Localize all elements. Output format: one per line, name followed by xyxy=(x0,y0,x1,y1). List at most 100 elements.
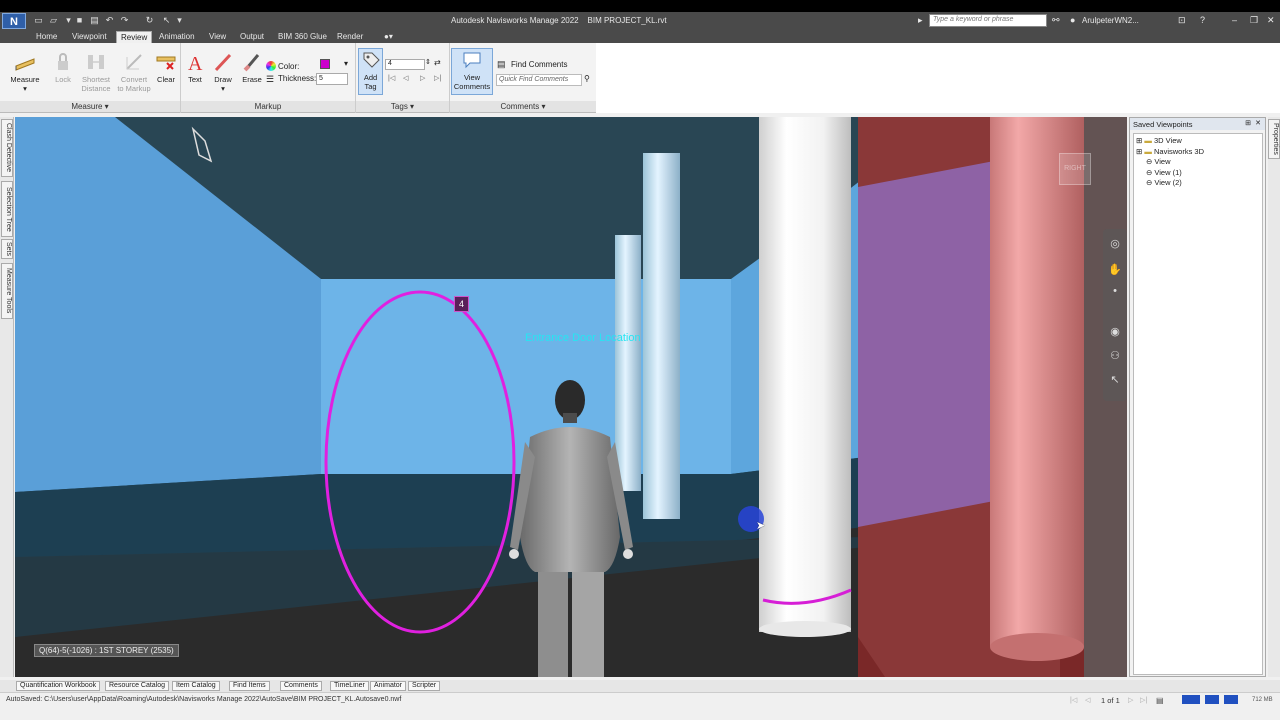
tab-scripter[interactable]: Scripter xyxy=(408,681,441,691)
tree-label: View xyxy=(1154,157,1171,167)
next-tag-icon[interactable]: ▷ xyxy=(420,74,425,82)
sheet-browser-icon[interactable]: ▤ xyxy=(1156,696,1164,705)
undo-icon[interactable]: ↶ xyxy=(104,15,115,26)
sets-tab[interactable]: Sets xyxy=(1,239,13,259)
viewcube[interactable]: RIGHT xyxy=(1059,153,1091,185)
viewpoint-folder-navisworks-3d[interactable]: ⊞ ▬ Navisworks 3D xyxy=(1136,147,1260,158)
draw-button[interactable]: Draw ▾ xyxy=(211,51,235,93)
expand-icon[interactable]: ⊞ xyxy=(1136,147,1142,156)
orbit-icon[interactable]: ◉ xyxy=(1108,325,1122,339)
page-indicator: 1 of 1 xyxy=(1101,696,1120,705)
tags-panel-title[interactable]: Tags ▾ xyxy=(356,101,449,112)
lock-button[interactable]: Lock xyxy=(50,51,76,84)
cart-icon[interactable]: ⊡ xyxy=(1178,15,1186,26)
shortest-distance-button[interactable]: Shortest Distance xyxy=(78,51,114,93)
close-icon[interactable]: ✕ xyxy=(1267,15,1275,26)
viewpoint-view[interactable]: ⊖ View xyxy=(1136,157,1260,168)
tab-timeliner[interactable]: TimeLiner xyxy=(330,681,369,691)
convert-to-markup-button[interactable]: Convert to Markup xyxy=(114,51,154,93)
zoom-dot-icon[interactable]: • xyxy=(1108,284,1122,298)
tab-find-items[interactable]: Find Items xyxy=(229,681,270,691)
select-arrow-icon[interactable]: ↖ xyxy=(1108,373,1122,387)
tab-quantification-workbook[interactable]: Quantification Workbook xyxy=(16,681,101,691)
tab-home[interactable]: Home xyxy=(32,31,61,43)
letterbox xyxy=(0,0,1280,12)
last-page-icon[interactable]: ▷| xyxy=(1140,696,1147,704)
tab-bim360[interactable]: BIM 360 Glue xyxy=(274,31,331,43)
text-annotation[interactable]: Entrance Door Location xyxy=(525,332,641,344)
tab-view[interactable]: View xyxy=(205,31,230,43)
tag-goto-icon[interactable]: ⇄ xyxy=(434,58,441,67)
open-icon[interactable]: ▱ xyxy=(48,15,59,26)
app-logo-button[interactable]: N xyxy=(2,13,26,29)
add-tag-button[interactable]: Add Tag xyxy=(358,48,383,95)
search-toggle-icon[interactable]: ▸ xyxy=(918,15,923,26)
tag-id-input[interactable]: 4 xyxy=(385,59,425,70)
customize-icon[interactable]: ▾ xyxy=(174,15,185,26)
clear-button[interactable]: Clear xyxy=(154,51,178,84)
tag-marker[interactable]: 4 xyxy=(454,296,469,312)
measure-panel-title[interactable]: Measure ▾ xyxy=(0,101,180,112)
tag-spinner-icon[interactable]: ⇕ xyxy=(425,58,431,66)
minimize-icon[interactable]: – xyxy=(1232,15,1237,25)
dropdown-icon[interactable]: ▾ xyxy=(63,15,74,26)
pin-icon[interactable]: ⊞ xyxy=(1245,119,1251,127)
text-button[interactable]: A Text xyxy=(184,51,206,84)
first-tag-icon[interactable]: |◁ xyxy=(388,74,395,82)
first-page-icon[interactable]: |◁ xyxy=(1070,696,1077,704)
expand-icon[interactable]: ⊞ xyxy=(1136,136,1142,145)
tab-animation[interactable]: Animation xyxy=(155,31,199,43)
quick-find-icon[interactable]: ⚲ xyxy=(584,74,590,83)
redo-icon[interactable]: ↷ xyxy=(119,15,130,26)
properties-tab[interactable]: Properties xyxy=(1268,119,1280,159)
panel-close-icon[interactable]: ✕ xyxy=(1255,119,1261,127)
help-icon[interactable]: ? xyxy=(1200,15,1205,25)
saved-viewpoints-panel: Saved Viewpoints ⊞ ✕ ⊞ ▬ 3D View ⊞ ▬ Nav… xyxy=(1129,117,1266,677)
find-comments-button[interactable]: Find Comments xyxy=(511,60,567,69)
refresh-icon[interactable]: ↻ xyxy=(144,15,155,26)
comments-panel-title[interactable]: Comments ▾ xyxy=(450,101,596,112)
tab-review[interactable]: Review xyxy=(116,31,153,43)
viewpoint-folder-3d-view[interactable]: ⊞ ▬ 3D View xyxy=(1136,136,1260,147)
view-comments-button[interactable]: View Comments xyxy=(451,48,493,95)
tab-animator[interactable]: Animator xyxy=(370,681,407,691)
print-icon[interactable]: ▤ xyxy=(89,15,100,26)
user-account[interactable]: ArulpeterWN2... xyxy=(1082,16,1139,25)
memory-usage: 712 MB xyxy=(1252,697,1273,703)
3d-viewport[interactable]: RIGHT 4 Entrance Door Location ➤ xyxy=(15,117,1127,677)
tab-item-catalog[interactable]: Item Catalog xyxy=(172,681,220,691)
text-a-icon: A xyxy=(188,53,203,73)
measure-tools-tab[interactable]: Measure Tools xyxy=(1,263,13,319)
viewpoint-view-2[interactable]: ⊖ View (2) xyxy=(1136,178,1260,189)
selection-tree-tab[interactable]: Selection Tree xyxy=(1,181,13,237)
status-bar: AutoSaved: C:\Users\user\AppData\Roaming… xyxy=(0,692,1280,720)
color-swatch[interactable] xyxy=(320,59,330,69)
pan-hand-icon[interactable]: ✋ xyxy=(1108,263,1122,277)
color-dropdown-icon[interactable]: ▾ xyxy=(344,59,348,68)
restore-icon[interactable]: ❐ xyxy=(1250,15,1258,26)
thickness-input[interactable]: 5 xyxy=(316,73,348,85)
binoculars-icon[interactable]: ⚯ xyxy=(1052,15,1060,26)
save-icon[interactable]: ■ xyxy=(74,15,85,26)
last-tag-icon[interactable]: ▷| xyxy=(434,74,441,82)
prev-page-icon[interactable]: ◁ xyxy=(1085,696,1090,704)
new-icon[interactable]: ▭ xyxy=(33,15,44,26)
tab-comments[interactable]: Comments xyxy=(280,681,322,691)
select-icon[interactable]: ↖ xyxy=(161,15,172,26)
tab-resource-catalog[interactable]: Resource Catalog xyxy=(105,681,170,691)
ribbon-options-icon[interactable]: ●▾ xyxy=(380,31,397,43)
quick-find-comments-input[interactable]: Quick Find Comments xyxy=(496,74,582,86)
prev-tag-icon[interactable]: ◁ xyxy=(403,74,408,82)
clash-detective-tab[interactable]: Clash Detective xyxy=(1,119,13,177)
tab-output[interactable]: Output xyxy=(236,31,268,43)
comments-panel: View Comments ▤ Find Comments Quick Find … xyxy=(450,43,596,113)
measure-button[interactable]: Measure ▾ xyxy=(6,51,44,93)
viewpoint-view-1[interactable]: ⊖ View (1) xyxy=(1136,168,1260,179)
next-page-icon[interactable]: ▷ xyxy=(1128,696,1133,704)
tab-render[interactable]: Render xyxy=(333,31,367,43)
steering-wheel-icon[interactable]: ◎ xyxy=(1108,237,1122,251)
help-search-input[interactable]: Type a keyword or phrase xyxy=(929,14,1047,27)
erase-button[interactable]: Erase xyxy=(240,51,264,84)
tab-viewpoint[interactable]: Viewpoint xyxy=(68,31,111,43)
walk-icon[interactable]: ⚇ xyxy=(1108,349,1122,363)
